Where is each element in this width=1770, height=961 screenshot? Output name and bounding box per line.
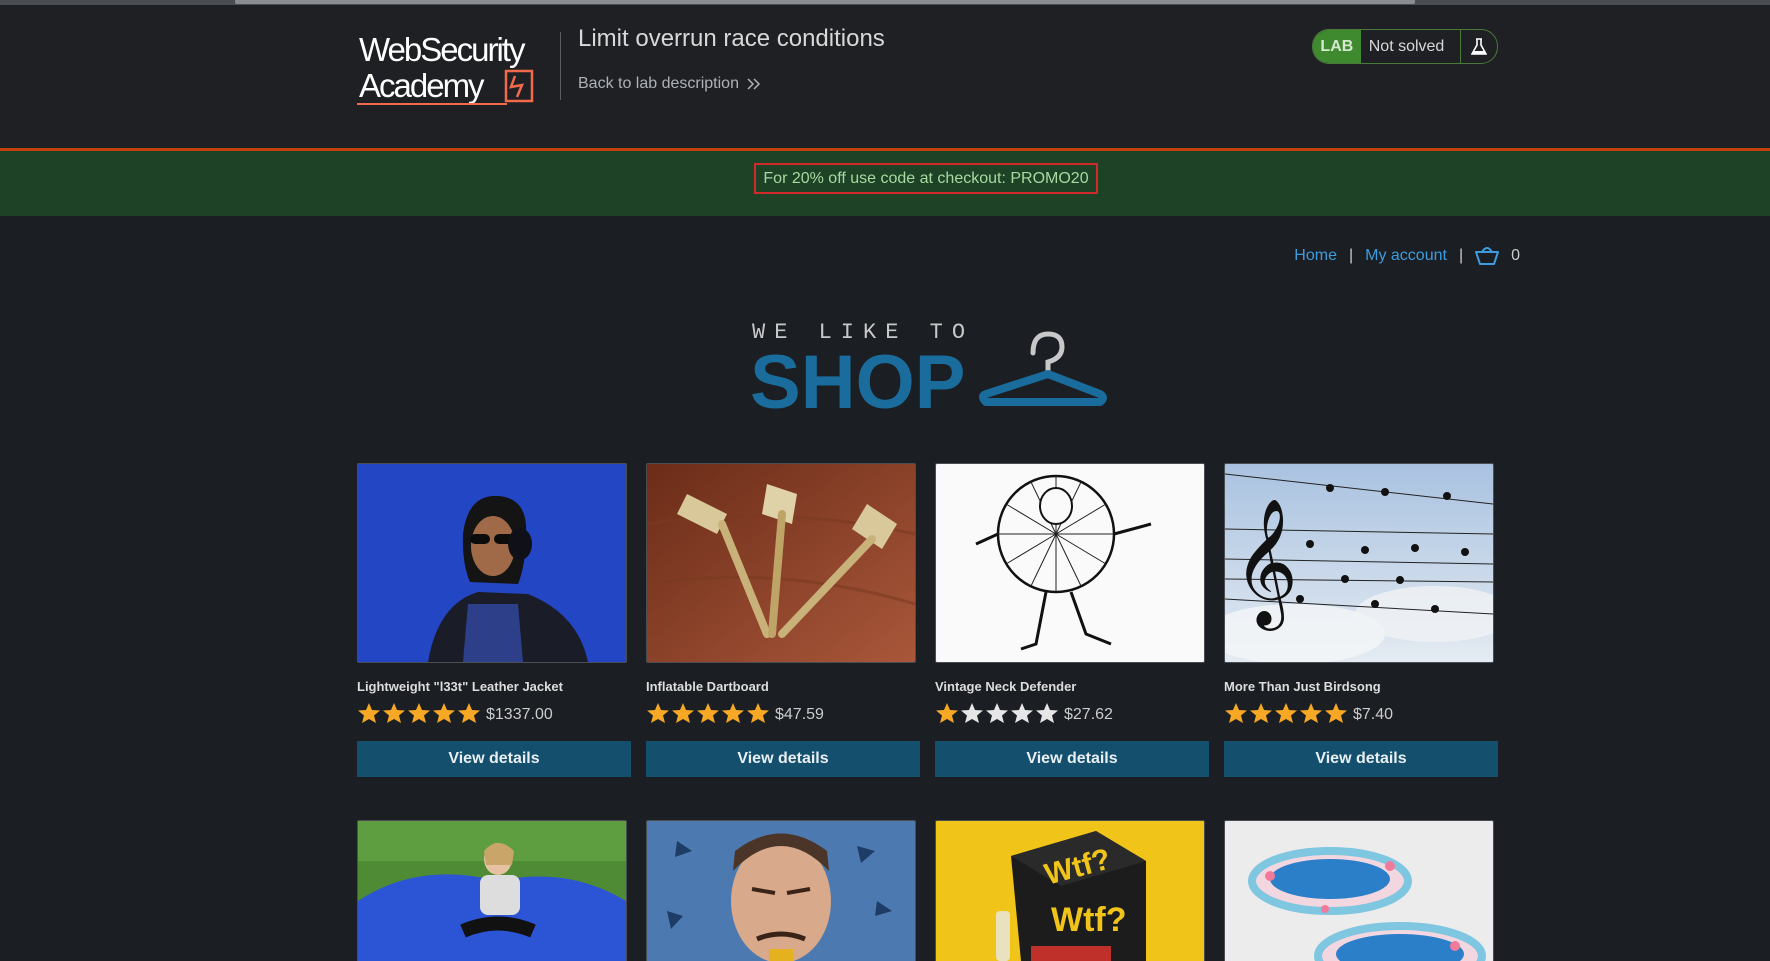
product-name: Lightweight "l33t" Leather Jacket [357, 679, 563, 694]
product-name: Vintage Neck Defender [935, 679, 1077, 694]
star-filled-icon [1300, 703, 1322, 723]
lab-header: WebSecurity Academy Limit overrun race c… [0, 5, 1770, 151]
product-price: $1337.00 [486, 706, 553, 723]
product-rating-row: $7.40 [1224, 701, 1498, 725]
lab-badge: LAB [1313, 30, 1361, 63]
product-price: $7.40 [1353, 706, 1394, 723]
star-filled-icon [458, 703, 480, 723]
product-rating-row: $27.62 [935, 701, 1209, 725]
view-details-button[interactable]: View details [935, 741, 1209, 777]
product-card: Inflatable Dartboard $47.59 View details [646, 463, 920, 777]
cart-link[interactable] [1475, 246, 1500, 266]
back-to-lab-description-link[interactable]: Back to lab description [578, 75, 761, 93]
star-rating [1224, 702, 1348, 724]
star-rating [935, 702, 1059, 724]
product-image-leather-jacket[interactable] [357, 463, 627, 663]
scrollbar-thumb[interactable] [235, 0, 1415, 4]
star-rating [646, 702, 770, 724]
svg-text:Academy: Academy [359, 67, 485, 104]
product-rating-row: $47.59 [646, 701, 920, 725]
product-card: Wtf? Wtf? [935, 820, 1209, 961]
product-card [357, 820, 631, 961]
product-image-paddling-pools[interactable] [1224, 820, 1494, 961]
back-link-label: Back to lab description [578, 75, 739, 92]
star-empty-icon [1011, 703, 1033, 723]
star-filled-icon [433, 703, 455, 723]
view-details-button[interactable]: View details [357, 741, 631, 777]
star-filled-icon [672, 703, 694, 723]
product-price: $27.62 [1064, 706, 1113, 723]
cart-count: 0 [1511, 247, 1520, 264]
basket-icon [1475, 247, 1500, 265]
star-empty-icon [961, 703, 983, 723]
star-filled-icon [1250, 703, 1272, 723]
star-filled-icon [1325, 703, 1347, 723]
star-filled-icon [383, 703, 405, 723]
double-chevron-right-icon [747, 78, 761, 90]
svg-text:𝄞: 𝄞 [1233, 497, 1298, 631]
star-filled-icon [747, 703, 769, 723]
svg-text:WebSecurity: WebSecurity [359, 31, 526, 68]
star-filled-icon [408, 703, 430, 723]
web-security-academy-logo[interactable]: WebSecurity Academy [357, 31, 557, 107]
star-filled-icon [358, 703, 380, 723]
promo-code-message: For 20% off use code at checkout: PROMO2… [754, 163, 1098, 194]
product-image-inflatable-dartboard[interactable] [646, 463, 916, 663]
product-image-more-than-just-birdsong[interactable]: 𝄞 [1224, 463, 1494, 663]
star-rating [357, 702, 481, 724]
view-details-button[interactable]: View details [1224, 741, 1498, 777]
star-filled-icon [936, 703, 958, 723]
product-price: $47.59 [775, 706, 824, 723]
coat-hanger-icon [979, 331, 1107, 406]
svg-text:Wtf?: Wtf? [1051, 901, 1127, 939]
nav-separator: | [1458, 247, 1464, 264]
svg-text:SHOP: SHOP [750, 340, 965, 416]
lab-status-text: Not solved [1368, 37, 1445, 55]
nav-home-link[interactable]: Home [1294, 247, 1337, 265]
star-filled-icon [697, 703, 719, 723]
star-filled-icon [647, 703, 669, 723]
product-card [646, 820, 920, 961]
we-like-to-shop-banner: WE LIKE TO SHOP [750, 320, 1107, 416]
view-details-button[interactable]: View details [646, 741, 920, 777]
logo-divider [560, 32, 561, 100]
product-card: Vintage Neck Defender $27.62 View detail… [935, 463, 1209, 777]
star-empty-icon [1036, 703, 1058, 723]
product-image-girl-bean-bag[interactable] [357, 820, 627, 961]
lab-title: Limit overrun race conditions [578, 25, 885, 52]
nav-separator: | [1348, 247, 1354, 264]
promo-banner: For 20% off use code at checkout: PROMO2… [0, 151, 1770, 216]
star-filled-icon [1225, 703, 1247, 723]
product-name: Inflatable Dartboard [646, 679, 769, 694]
nav-my-account-link[interactable]: My account [1365, 247, 1447, 265]
product-name: More Than Just Birdsong [1224, 679, 1381, 694]
star-empty-icon [986, 703, 1008, 723]
flask-icon [1460, 30, 1497, 63]
lab-status-widget: LAB Not solved [1312, 29, 1498, 64]
product-image-vintage-neck-defender[interactable] [935, 463, 1205, 663]
product-card [1224, 820, 1498, 961]
star-filled-icon [722, 703, 744, 723]
product-rating-row: $1337.00 [357, 701, 631, 725]
star-filled-icon [1275, 703, 1297, 723]
product-card: Lightweight "l33t" Leather Jacket $1337.… [357, 463, 631, 777]
product-image-wtf-game[interactable]: Wtf? Wtf? [935, 820, 1205, 961]
product-card: 𝄞 More Than Just Birdsong $7.40 View det… [1224, 463, 1498, 777]
top-navigation: Home | My account | 0 [1294, 246, 1520, 266]
product-image-man-grimace[interactable] [646, 820, 916, 961]
